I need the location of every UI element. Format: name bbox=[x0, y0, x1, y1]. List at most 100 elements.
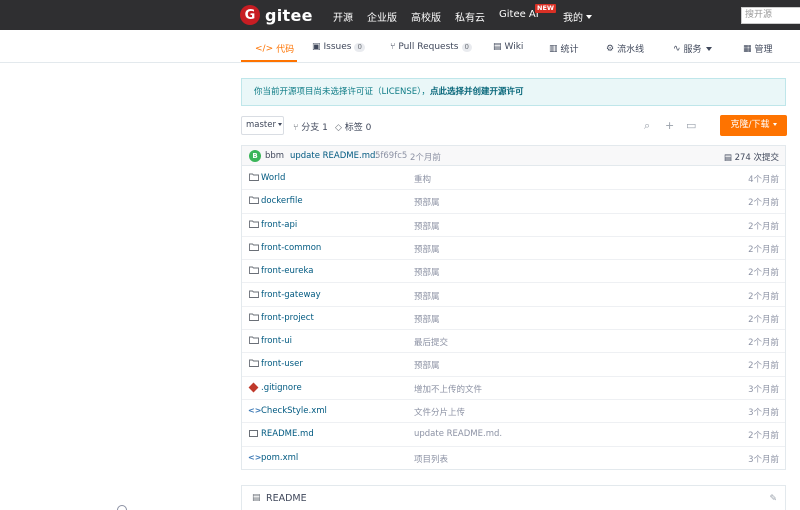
file-name[interactable]: README.md bbox=[261, 429, 314, 439]
code-file-icon: <> bbox=[248, 452, 262, 462]
user-menu[interactable]: 我的 bbox=[563, 9, 592, 24]
tab-pull-requests[interactable]: ⑂ Pull Requests 0 bbox=[390, 42, 472, 52]
file-commit-message[interactable]: 预部属 bbox=[414, 290, 440, 302]
table-row[interactable]: front-gateway 预部属 2个月前 bbox=[242, 284, 785, 307]
tab-manage[interactable]: ▦ 管理 bbox=[743, 42, 773, 56]
folder-icon bbox=[248, 359, 259, 369]
repo-tabs: </> 代码 ▣ Issues 0 ⑂ Pull Requests 0 ▤ Wiki ▥ 统计… bbox=[0, 30, 800, 63]
tag-icon: ◇ bbox=[335, 123, 342, 133]
edit-icon[interactable]: ✎ bbox=[769, 494, 777, 504]
pulse-icon: ∿ bbox=[673, 43, 681, 54]
clone-download-button[interactable]: 克隆/下载 bbox=[720, 115, 787, 136]
settings-icon: ▦ bbox=[743, 43, 752, 54]
file-commit-time: 3个月前 bbox=[748, 408, 779, 418]
branches-count: 分支 1 bbox=[301, 123, 328, 133]
commit-message[interactable]: update README.md. bbox=[290, 151, 378, 161]
file-name[interactable]: dockerfile bbox=[261, 196, 303, 206]
file-commit-message[interactable]: 项目列表 bbox=[414, 453, 448, 465]
table-row[interactable]: front-common 预部属 2个月前 bbox=[242, 237, 785, 261]
file-name[interactable]: World bbox=[261, 173, 285, 183]
gitee-logo[interactable]: G gitee bbox=[240, 5, 313, 25]
branch-select[interactable]: master bbox=[241, 116, 284, 135]
file-name[interactable]: .gitignore bbox=[261, 383, 302, 393]
top-navbar: G gitee 开源 企业版 高校版 私有云 Gitee AI NEW 我的 搜… bbox=[0, 0, 800, 30]
nav-enterprise[interactable]: 企业版 bbox=[367, 9, 397, 24]
license-notice-text: 你当前开源项目尚未选择许可证（LICENSE）， bbox=[254, 87, 430, 97]
branch-select-label: master bbox=[246, 120, 276, 130]
file-name[interactable]: CheckStyle.xml bbox=[261, 406, 327, 416]
file-commit-message[interactable]: 预部属 bbox=[414, 220, 440, 232]
file-name[interactable]: front-ui bbox=[261, 336, 292, 346]
file-commit-message[interactable]: 重构 bbox=[414, 173, 431, 185]
table-row[interactable]: .gitignore 增加不上传的文件 3个月前 bbox=[242, 377, 785, 400]
table-row[interactable]: <> pom.xml 项目列表 3个月前 bbox=[242, 447, 785, 470]
tags-link[interactable]: ◇ 标签 0 bbox=[335, 120, 371, 133]
table-row[interactable]: front-ui 最后提交 2个月前 bbox=[242, 330, 785, 354]
file-commit-message[interactable]: 预部属 bbox=[414, 359, 440, 371]
tab-service[interactable]: ∿ 服务 bbox=[673, 42, 712, 55]
commit-author[interactable]: bbm bbox=[265, 151, 284, 161]
table-row[interactable]: README.md update README.md. 2个月前 bbox=[242, 423, 785, 447]
tab-pipeline-label: 流水线 bbox=[617, 45, 645, 55]
file-commit-message[interactable]: 预部属 bbox=[414, 243, 440, 255]
file-commit-time: 2个月前 bbox=[748, 338, 779, 349]
file-name[interactable]: front-api bbox=[261, 220, 297, 230]
file-name[interactable]: front-eureka bbox=[261, 266, 313, 276]
help-icon[interactable] bbox=[117, 505, 127, 510]
nav-gitee-ai[interactable]: Gitee AI bbox=[499, 9, 539, 20]
file-commit-message[interactable]: update README.md. bbox=[414, 429, 502, 439]
commit-count-link[interactable]: ▤ 274 次提交 bbox=[724, 151, 779, 163]
search-input[interactable]: 搜开源 bbox=[741, 7, 800, 24]
branch-icon: ⑂ bbox=[293, 123, 299, 133]
tab-code[interactable]: </> 代码 bbox=[255, 42, 294, 56]
file-commit-message[interactable]: 增加不上传的文件 bbox=[414, 383, 482, 395]
folder-icon bbox=[248, 173, 259, 183]
file-name[interactable]: front-project bbox=[261, 313, 314, 323]
file-commit-message[interactable]: 预部属 bbox=[414, 196, 440, 208]
create-license-link[interactable]: 点此选择并创建开源许可 bbox=[430, 87, 524, 97]
clone-download-label: 克隆/下载 bbox=[730, 120, 770, 130]
file-commit-time: 2个月前 bbox=[748, 431, 779, 442]
nav-university[interactable]: 高校版 bbox=[411, 9, 441, 24]
tab-manage-label: 管理 bbox=[754, 45, 773, 55]
folder-icon bbox=[248, 243, 259, 253]
wiki-icon: ▤ bbox=[493, 42, 502, 52]
table-row[interactable]: front-project 预部属 2个月前 bbox=[242, 307, 785, 331]
tab-issues[interactable]: ▣ Issues 0 bbox=[312, 42, 365, 52]
tab-pipeline[interactable]: ⚙ 流水线 bbox=[606, 42, 645, 56]
table-row[interactable]: dockerfile 预部属 2个月前 bbox=[242, 190, 785, 214]
file-name[interactable]: front-gateway bbox=[261, 290, 321, 300]
bar-chart-icon: ▥ bbox=[549, 43, 558, 54]
table-row[interactable]: <> CheckStyle.xml 文件分片上传 3个月前 bbox=[242, 400, 785, 424]
markdown-file-icon bbox=[248, 429, 259, 440]
folder-icon bbox=[248, 196, 259, 206]
nav-private-cloud[interactable]: 私有云 bbox=[455, 9, 485, 24]
branches-link[interactable]: ⑂ 分支 1 bbox=[293, 120, 328, 133]
table-row[interactable]: front-user 预部属 2个月前 bbox=[242, 353, 785, 377]
file-commit-time: 2个月前 bbox=[748, 361, 779, 372]
web-ide-icon[interactable]: ▭ bbox=[686, 119, 696, 132]
table-row[interactable]: front-api 预部属 2个月前 bbox=[242, 214, 785, 237]
file-commit-message[interactable]: 预部属 bbox=[414, 313, 440, 325]
git-file-icon bbox=[248, 382, 259, 394]
file-commit-time: 2个月前 bbox=[748, 268, 779, 279]
search-icon[interactable]: ⌕ bbox=[644, 119, 650, 133]
file-name[interactable]: front-common bbox=[261, 243, 321, 253]
file-commit-message[interactable]: 文件分片上传 bbox=[414, 406, 465, 418]
table-row[interactable]: World 重构 4个月前 bbox=[242, 167, 785, 191]
add-file-icon[interactable]: + bbox=[665, 119, 674, 132]
tags-count: 标签 0 bbox=[344, 123, 372, 133]
file-commit-message[interactable]: 预部属 bbox=[414, 266, 440, 278]
tab-wiki[interactable]: ▤ Wiki bbox=[493, 42, 523, 52]
pull-request-icon: ⑂ bbox=[390, 42, 396, 52]
commit-sha[interactable]: 5f69fc5 bbox=[375, 151, 407, 161]
latest-commit-bar: B bbm update README.md. 5f69fc5 2个月前 ▤ 2… bbox=[242, 146, 785, 166]
file-commit-message[interactable]: 最后提交 bbox=[414, 336, 448, 348]
table-row[interactable]: front-eureka 预部属 2个月前 bbox=[242, 260, 785, 284]
file-name[interactable]: front-user bbox=[261, 359, 303, 369]
file-name[interactable]: pom.xml bbox=[261, 453, 298, 463]
avatar[interactable]: B bbox=[249, 150, 261, 162]
commits-icon: ▤ bbox=[723, 153, 732, 163]
tab-stats[interactable]: ▥ 统计 bbox=[549, 42, 579, 56]
nav-open-source[interactable]: 开源 bbox=[333, 9, 353, 24]
